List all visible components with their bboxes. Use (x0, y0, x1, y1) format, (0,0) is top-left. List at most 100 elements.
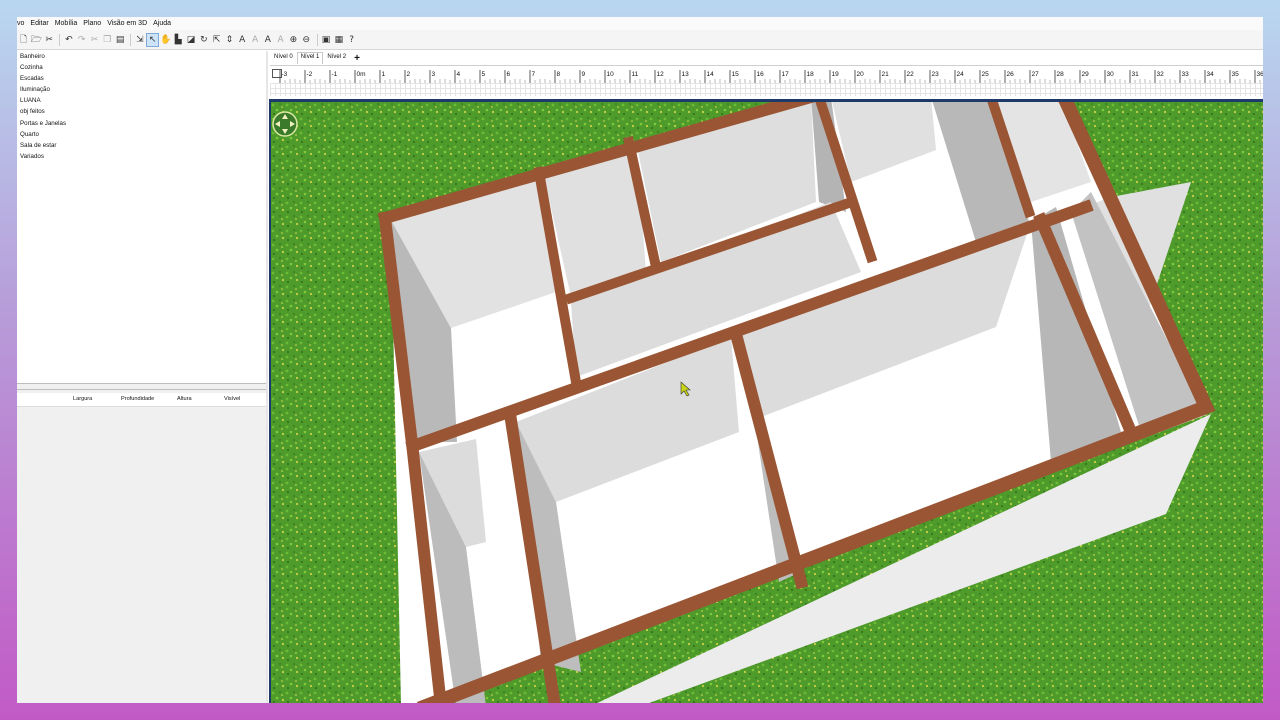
create-walls-icon[interactable]: ▙ (173, 34, 184, 46)
text-style-icon[interactable]: A (237, 34, 248, 46)
tab-level-2[interactable]: Nível 2 (323, 52, 350, 64)
ruler-label: 0m (357, 71, 366, 78)
ruler-label: 17 (782, 71, 790, 78)
column-visible[interactable]: Visível (224, 396, 240, 402)
add-text-icon[interactable]: ⇕ (224, 34, 235, 46)
catalog-category[interactable]: Iluminação (17, 84, 266, 95)
ruler-label: 18 (807, 71, 815, 78)
ruler-label: 36 (1257, 71, 1264, 78)
plan-ruler: -3 -2 -1 0m 1 2 3 4 5 6 7 8 9 10 11 12 13 14 15 16 17 18 19 20 2… (270, 65, 1263, 96)
ruler-label: 5 (482, 71, 486, 78)
ruler-label: 4 (457, 71, 461, 78)
add-level-button[interactable]: + (350, 52, 364, 64)
ruler-label: 9 (582, 71, 586, 78)
ruler-label: 3 (432, 71, 436, 78)
catalog-category[interactable]: Escadas (17, 73, 266, 84)
ruler-label: 20 (857, 71, 865, 78)
furniture-table-header: Largura Profundidade Altura Visível (17, 393, 266, 407)
add-furniture-icon[interactable]: ⇲ (134, 34, 145, 46)
ruler-label: 14 (707, 71, 715, 78)
increase-text-icon[interactable]: A (250, 34, 261, 46)
tab-level-0[interactable]: Nível 0 (270, 52, 297, 64)
create-video-icon[interactable]: ▦ (333, 34, 344, 46)
create-dimensions-icon[interactable]: ⇱ (211, 34, 222, 46)
ruler-label: 35 (1232, 71, 1240, 78)
3d-house-render[interactable] (271, 102, 1263, 703)
ruler-label: 25 (982, 71, 990, 78)
menu-plan[interactable]: Plano (83, 20, 101, 27)
zoom-out-icon[interactable]: ⊖ (301, 34, 312, 46)
ruler-label: 7 (532, 71, 536, 78)
ruler-label: -3 (282, 71, 288, 78)
ruler-label: 19 (832, 71, 840, 78)
catalog-category[interactable]: Cozinha (17, 62, 266, 73)
create-polylines-icon[interactable]: ↻ (198, 34, 209, 46)
ruler-label: 34 (1207, 71, 1215, 78)
column-width[interactable]: Largura (73, 396, 92, 402)
ruler-label: 10 (607, 71, 615, 78)
furniture-list: Largura Profundidade Altura Visível (17, 390, 267, 703)
navigation-arrows-icon[interactable] (272, 111, 298, 137)
menu-edit[interactable]: Editar (30, 20, 48, 27)
ruler-label: 33 (1182, 71, 1190, 78)
plan-grid[interactable] (270, 83, 1263, 96)
menu-furniture[interactable]: Mobília (55, 20, 78, 27)
ruler-label: -1 (332, 71, 338, 78)
furniture-catalog: Banheiro Cozinha Escadas Iluminação LUAN… (17, 51, 267, 383)
select-arrow-icon[interactable]: ↖ (146, 32, 160, 47)
toolbar-separator (316, 33, 318, 46)
catalog-category[interactable]: obj feitos (17, 106, 266, 117)
ruler-label: 15 (732, 71, 740, 78)
menu-file[interactable]: vo (17, 20, 24, 27)
tab-level-1[interactable]: Nível 1 (296, 52, 324, 64)
decrease-text-icon[interactable]: A (262, 34, 273, 46)
menu-help[interactable]: Ajuda (153, 20, 171, 27)
create-rooms-icon[interactable]: ◪ (186, 34, 197, 46)
ruler-label: 6 (507, 71, 511, 78)
catalog-category[interactable]: Portas e Janelas (17, 118, 266, 129)
undo-icon[interactable]: ↶ (63, 34, 74, 46)
ruler-ticks: -3 -2 -1 0m 1 2 3 4 5 6 7 8 9 10 11 12 13 14 15 16 17 18 19 20 2… (279, 70, 1264, 83)
zoom-in-icon[interactable]: ⊕ (288, 34, 299, 46)
ruler-label: 31 (1132, 71, 1140, 78)
column-depth[interactable]: Profundidade (121, 396, 154, 402)
pan-hand-icon[interactable]: ✋ (160, 34, 171, 46)
catalog-category[interactable]: Banheiro (17, 51, 266, 62)
ruler-label: 13 (682, 71, 690, 78)
catalog-category[interactable]: Variados (17, 151, 266, 162)
ruler-label: -2 (307, 71, 313, 78)
vertical-splitter[interactable] (266, 51, 268, 703)
ruler-label: 22 (907, 71, 915, 78)
toolbar: 🗋 🗁 ✂ ↶ ↷ ✂ ❐ ▤ ⇲ ↖ ✋ ▙ ◪ ↻ ⇱ ⇕ A A A A … (17, 30, 1263, 50)
sweet-home-3d-window: vo Editar Mobília Plano Visão em 3D Ajud… (17, 17, 1263, 703)
ruler-label: 26 (1007, 71, 1015, 78)
ruler-label: 16 (757, 71, 765, 78)
3d-view[interactable] (269, 99, 1263, 703)
new-home-icon[interactable]: 🗋 (18, 34, 29, 46)
help-icon[interactable]: ? (346, 34, 357, 46)
menu-bar: vo Editar Mobília Plano Visão em 3D Ajud… (17, 17, 1263, 30)
ruler-label: 29 (1082, 71, 1090, 78)
level-tabs: Nível 0 Nível 1 Nível 2 + (270, 52, 364, 64)
text-bold-icon[interactable]: A (275, 34, 286, 46)
ruler-label: 1 (382, 71, 386, 78)
cut-icon[interactable]: ✂ (89, 34, 100, 46)
ruler-label: 8 (557, 71, 561, 78)
ruler-label: 12 (657, 71, 665, 78)
menu-3d-view[interactable]: Visão em 3D (107, 20, 147, 27)
ruler-label: 2 (407, 71, 411, 78)
open-icon[interactable]: 🗁 (31, 34, 42, 46)
paste-icon[interactable]: ▤ (115, 34, 126, 46)
redo-icon[interactable]: ↷ (76, 34, 87, 46)
catalog-category[interactable]: Sala de estar (17, 140, 266, 151)
column-height[interactable]: Altura (177, 396, 192, 402)
catalog-category[interactable]: Quarto (17, 129, 266, 140)
panel-splitter[interactable] (17, 383, 266, 390)
create-photo-icon[interactable]: ▣ (321, 34, 332, 46)
ruler-label: 23 (932, 71, 940, 78)
cut-scissors-icon[interactable]: ✂ (44, 34, 55, 46)
catalog-category[interactable]: LUANA (17, 95, 266, 106)
toolbar-separator (59, 33, 61, 46)
copy-icon[interactable]: ❐ (102, 34, 113, 46)
ruler-label: 28 (1057, 71, 1065, 78)
